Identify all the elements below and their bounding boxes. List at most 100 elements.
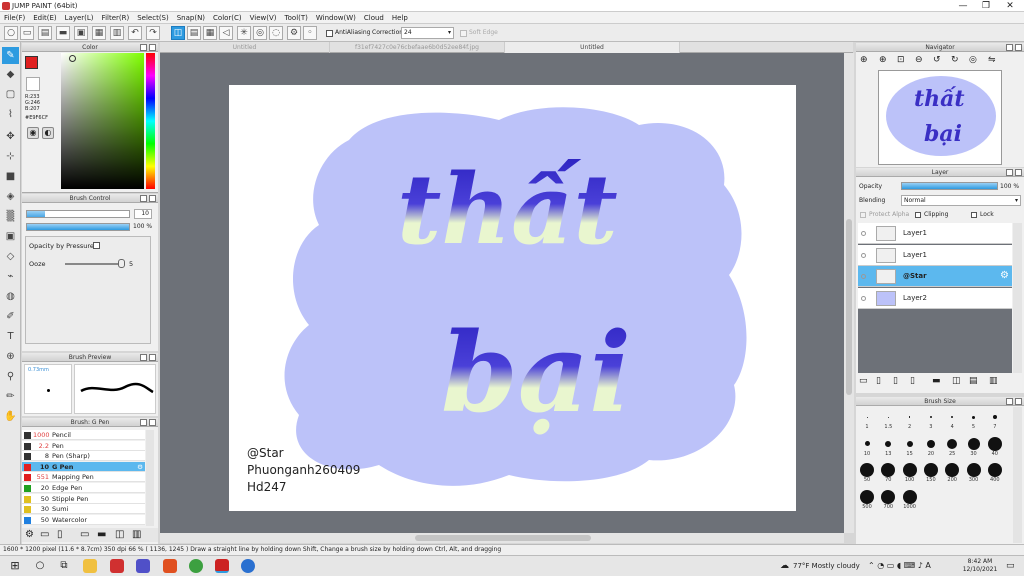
panel-float-icon[interactable] (1006, 169, 1013, 176)
lock-checkbox[interactable] (971, 212, 977, 218)
brush-list-item[interactable]: 20 Edge Pen (22, 483, 145, 493)
gear-icon[interactable]: ⚙ (137, 462, 143, 472)
navigator-thumbnail[interactable]: thất bại (878, 70, 1002, 165)
brush-size-option[interactable]: 15 (902, 437, 918, 457)
brush-size-value[interactable]: 10 (134, 209, 152, 219)
brush-size-option[interactable]: 5 (966, 410, 982, 430)
brush-list-item[interactable]: 50 Stipple Pen (22, 493, 145, 504)
visibility-eye-icon[interactable] (861, 252, 866, 258)
panel-close-icon[interactable] (149, 419, 156, 426)
brush-size-option[interactable]: 25 (944, 437, 960, 457)
app-red-icon[interactable] (110, 559, 124, 573)
brush-size-option[interactable]: 500 (859, 489, 875, 510)
canvas-vscrollbar[interactable] (844, 53, 854, 533)
brush-size-option[interactable]: 200 (944, 463, 960, 483)
zoom-out-icon[interactable]: ⊖ (915, 55, 923, 65)
foreground-color-swatch[interactable] (25, 56, 38, 69)
flip-icon[interactable]: ⇋ (988, 55, 996, 65)
menu-cloud[interactable]: Cloud (360, 12, 388, 24)
weather-text[interactable]: 77°F Mostly cloudy (793, 562, 860, 570)
brush-opacity-slider[interactable] (26, 223, 130, 231)
menu-snap[interactable]: Snap(N) (173, 12, 209, 24)
clock[interactable]: 8:42 AM 12/10/2021 (962, 558, 998, 574)
app-orange-icon[interactable] (163, 559, 177, 573)
brush-size-option[interactable]: 300 (966, 463, 982, 483)
ooze-slider-handle[interactable] (118, 259, 125, 268)
panel-float-icon[interactable] (140, 354, 147, 361)
brush-list-item[interactable]: 2.2 Pen (22, 440, 145, 451)
film-icon[interactable]: ▥ (110, 26, 124, 40)
color-saturation-field[interactable] (61, 53, 144, 189)
maximize-button[interactable]: ❐ (973, 0, 999, 12)
close-button[interactable]: ✕ (997, 0, 1023, 12)
panel-close-icon[interactable] (1015, 169, 1022, 176)
new-canvas-icon[interactable]: ○ (4, 26, 18, 40)
menu-filter[interactable]: Filter(R) (98, 12, 134, 24)
panel-close-icon[interactable] (1015, 44, 1022, 51)
snap-radial-icon[interactable]: ✳ (237, 26, 251, 40)
canvas-hscrollbar[interactable] (160, 533, 844, 543)
text-tool-icon[interactable]: T (2, 328, 19, 345)
brush-settings-icon[interactable]: ⚙ (25, 529, 34, 540)
layer-settings-gear-icon[interactable]: ⚙ (1000, 270, 1009, 281)
brush-size-option[interactable]: 10 (859, 437, 875, 457)
color-picker-icon[interactable]: ◐ (42, 127, 54, 139)
snap-settings-icon[interactable]: ⚙ (287, 26, 301, 40)
brush-size-option[interactable]: 1000 (902, 489, 918, 510)
menu-layer[interactable]: Layer(L) (61, 12, 98, 24)
brush-list-item[interactable]: 50 Watercolor (22, 514, 145, 525)
undo-icon[interactable]: ↶ (128, 26, 142, 40)
menu-select[interactable]: Select(S) (133, 12, 173, 24)
brush-size-option[interactable]: 700 (880, 489, 896, 510)
zalo-icon[interactable] (241, 559, 255, 573)
brush-size-option[interactable]: 150 (923, 463, 939, 483)
canvas-paper[interactable]: thất bại @Star Phuonganh260409 Hd247 (229, 85, 796, 511)
brush-size-option[interactable]: 1 (859, 410, 875, 430)
select-pen-tool-icon[interactable]: ▣ (2, 228, 19, 245)
layer-row[interactable]: Layer2 (858, 287, 1012, 309)
brush-size-option[interactable]: 70 (880, 463, 896, 483)
color-wheel-icon[interactable]: ◉ (27, 127, 39, 139)
brush-size-option[interactable]: 1.5 (880, 410, 896, 430)
rotate-left-icon[interactable]: ↺ (933, 55, 941, 65)
menu-color[interactable]: Color(C) (209, 12, 246, 24)
panel-close-icon[interactable] (1015, 398, 1022, 405)
ooze-slider[interactable] (65, 263, 123, 265)
lasso-tool-icon[interactable]: ⌇ (2, 106, 19, 123)
chrome-icon[interactable] (189, 559, 203, 573)
save-icon[interactable]: ▤ (38, 26, 52, 40)
brush-copy-icon[interactable]: ▭ (40, 529, 49, 540)
windows-start-icon[interactable]: ⊞ (8, 559, 22, 573)
eyedropper-tool-icon[interactable]: ⚲ (2, 368, 19, 385)
brush-size-option[interactable]: 400 (987, 463, 1003, 483)
reset-rotation-icon[interactable]: ◎ (969, 55, 977, 65)
new-1bit-layer-icon[interactable]: ▯ (893, 376, 898, 386)
merge-layer-icon[interactable]: ▤ (969, 376, 978, 386)
delete-layer-icon[interactable]: ▥ (989, 376, 998, 386)
menu-window[interactable]: Window(W) (312, 12, 360, 24)
hand-tool-icon[interactable]: ✋ (2, 408, 19, 425)
panel-float-icon[interactable] (140, 419, 147, 426)
layer-opacity-slider[interactable] (901, 182, 998, 190)
layer-row[interactable]: Layer1 (858, 244, 1012, 266)
stamp-tool-icon[interactable]: ⊕ (2, 348, 19, 365)
panel-close-icon[interactable] (149, 195, 156, 202)
new-8bit-layer-icon[interactable]: ▯ (876, 376, 881, 386)
brush-size-slider[interactable] (26, 210, 130, 218)
pipette-tool-icon[interactable]: ✏ (2, 388, 19, 405)
panel-float-icon[interactable] (1006, 44, 1013, 51)
grid-icon[interactable]: ▦ (92, 26, 106, 40)
clipping-checkbox[interactable] (915, 212, 921, 218)
layer-folder-icon[interactable]: ▬ (932, 376, 941, 386)
notification-icon[interactable]: ▭ (1006, 561, 1015, 571)
snap-off-icon[interactable]: ◫ (171, 26, 185, 40)
zoom-in-icon[interactable]: ⊕ (860, 55, 868, 65)
menu-help[interactable]: Help (388, 12, 412, 24)
fill-rect-tool-icon[interactable]: ■ (2, 168, 19, 185)
tray-icons[interactable]: ⌃ ◔ ▭ ◖ ⌨ ♪ A (868, 561, 931, 570)
file-explorer-icon[interactable] (83, 559, 97, 573)
brush-size-option[interactable]: 4 (944, 410, 960, 430)
panel-float-icon[interactable] (140, 44, 147, 51)
brush-duplicate-icon[interactable]: ◫ (115, 529, 124, 540)
brush-size-option[interactable]: 30 (966, 437, 982, 457)
